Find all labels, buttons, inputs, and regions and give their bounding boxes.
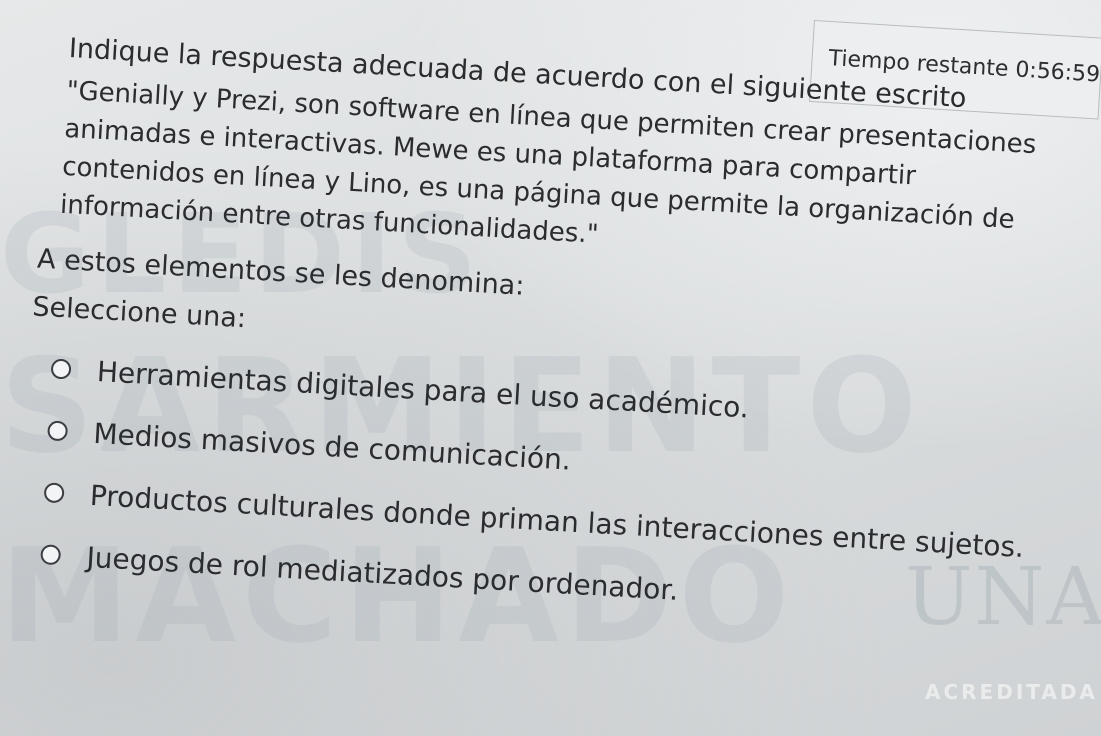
radio-button[interactable] (50, 358, 72, 380)
radio-button[interactable] (43, 482, 65, 504)
radio-button[interactable] (47, 420, 69, 442)
radio-button[interactable] (40, 544, 62, 566)
logo-accreditation: ACREDITADA (925, 680, 1098, 704)
question-block: Indique la respuesta adecuada de acuerdo… (32, 30, 1088, 643)
answer-options: Herramientas digitales para el uso acadé… (39, 338, 1071, 643)
